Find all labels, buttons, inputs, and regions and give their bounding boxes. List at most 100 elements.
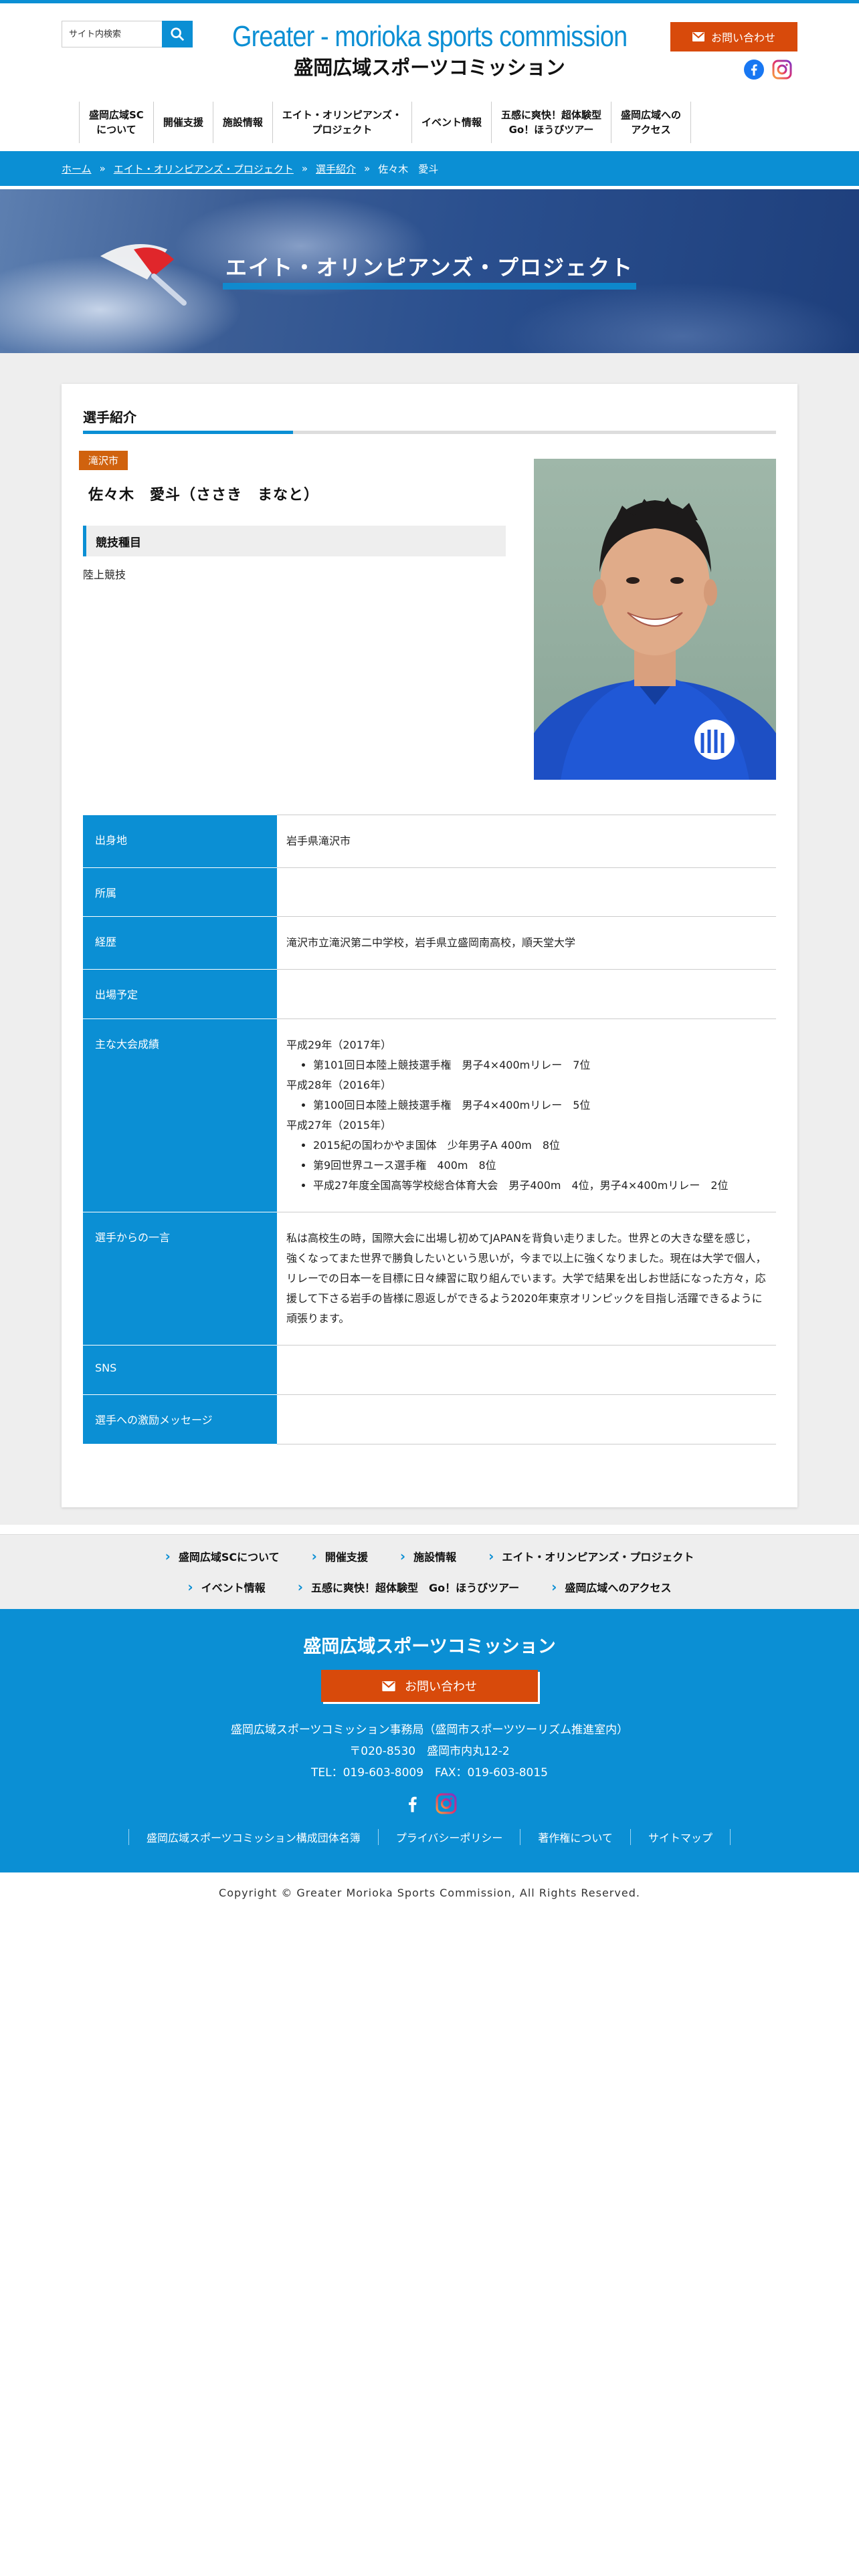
footer-link-eight-olympians[interactable]: › エイト・オリンピアンズ・プロジェクト bbox=[488, 1548, 694, 1564]
footer-link-tour[interactable]: › 五感に爽快！超体験型 Go！ほうびツアー bbox=[298, 1579, 519, 1595]
athlete-profile-table: 出身地 岩手県滝沢市 所属 経歴 滝沢市立滝沢第二中学校，岩手県立盛岡南高校，順… bbox=[83, 815, 776, 1444]
nav-item-events[interactable]: イベント情報 bbox=[411, 102, 491, 143]
footer-nav: › 盛岡広域SCについて › 開催支援 › 施設情報 › エイト・オリンピアンズ・プロジ… bbox=[0, 1534, 859, 1609]
copyright-text: Copyright © Greater Morioka Sports Commi… bbox=[219, 1886, 640, 1899]
athlete-photo-illustration bbox=[534, 498, 776, 780]
footer-link-member-list[interactable]: 盛岡広域スポーツコミッション構成団体名簿 bbox=[128, 1829, 378, 1845]
chevron-right-icon: › bbox=[488, 1548, 494, 1564]
footer-link-sitemap[interactable]: サイトマップ bbox=[630, 1829, 731, 1845]
row-value-results: 平成29年（2017年） 第101回日本陸上競技選手権 男子4×400mリレー … bbox=[277, 1018, 776, 1212]
table-row: 主な大会成績 平成29年（2017年） 第101回日本陸上競技選手権 男子4×4… bbox=[83, 1018, 776, 1212]
row-value-sns bbox=[277, 1345, 776, 1395]
row-label-affiliation: 所属 bbox=[83, 867, 277, 917]
row-value-career: 滝沢市立滝沢第二中学校，岩手県立盛岡南高校，順天堂大学 bbox=[277, 916, 776, 970]
nav-item-eight-olympians[interactable]: エイト・オリンピアンズ・ プロジェクト bbox=[272, 102, 411, 143]
instagram-icon[interactable] bbox=[436, 1793, 457, 1814]
results-list: 第100回日本陸上競技選手権 男子4×400mリレー 5位 bbox=[286, 1095, 767, 1115]
results-year: 平成29年（2017年） bbox=[286, 1039, 392, 1051]
facebook-icon[interactable] bbox=[744, 60, 764, 80]
nav-item-label: 施設情報 bbox=[222, 116, 263, 128]
footer-postal-address: 〒020-8530 盛岡市内丸12-2 bbox=[349, 1745, 510, 1758]
footer-org-name: 盛岡広域スポーツコミッション bbox=[303, 1636, 556, 1657]
result-item: 第9回世界ユース選手権 400m 8位 bbox=[313, 1156, 767, 1176]
table-row: 出身地 岩手県滝沢市 bbox=[83, 815, 776, 868]
instagram-icon[interactable] bbox=[772, 60, 792, 80]
chevron-right-icon: › bbox=[311, 1548, 317, 1564]
footer-nav-row: › 盛岡広域SCについて › 開催支援 › 施設情報 › エイト・オリンピアンズ・プロジ… bbox=[0, 1548, 859, 1564]
row-value-message: 私は高校生の時，国際大会に出場し初めてJAPANを背負い走りました。世界との大き… bbox=[277, 1212, 776, 1346]
athlete-name: 佐々木 愛斗（ささき まなと） bbox=[88, 487, 320, 504]
footer-link-label: 開催支援 bbox=[324, 1551, 368, 1564]
footer-link-about[interactable]: › 盛岡広域SCについて bbox=[165, 1548, 280, 1564]
athlete-card: 選手紹介 滝沢市 佐々木 愛斗（ささき まなと） 競技種目 陸上競技 出身地 岩… bbox=[62, 384, 797, 1507]
footer-sns bbox=[0, 1793, 859, 1814]
city-badge: 滝沢市 bbox=[79, 451, 128, 470]
nav-item-tour[interactable]: 五感に爽快！超体験型 Go！ほうびツアー bbox=[490, 102, 611, 143]
breadcrumb-home[interactable]: ホーム bbox=[62, 162, 92, 176]
table-row: 出場予定 bbox=[83, 969, 776, 1019]
hero-title: エイト・オリンピアンズ・プロジェクト bbox=[0, 255, 859, 290]
table-row: SNS bbox=[83, 1345, 776, 1395]
breadcrumb-separator: » bbox=[364, 163, 371, 175]
footer-link-facilities[interactable]: › 施設情報 bbox=[400, 1548, 456, 1564]
mail-icon bbox=[382, 1681, 395, 1691]
chevron-right-icon: › bbox=[187, 1579, 193, 1595]
hero-cloud bbox=[508, 283, 856, 353]
section-title-underline bbox=[83, 431, 776, 434]
breadcrumb-separator: » bbox=[99, 163, 106, 175]
logo-english: Greater - morioka sports commission bbox=[231, 20, 628, 53]
footer-link-copyright[interactable]: 著作権について bbox=[520, 1829, 630, 1845]
section-title: 選手紹介 bbox=[83, 409, 136, 425]
footer-office: 盛岡広域スポーツコミッション事務局（盛岡市スポーツツーリズム推進室内） bbox=[230, 1723, 629, 1737]
facebook-icon[interactable] bbox=[402, 1793, 423, 1814]
footer-link-access[interactable]: › 盛岡広域へのアクセス bbox=[551, 1579, 671, 1595]
contact-button[interactable]: お問い合わせ bbox=[670, 22, 797, 51]
nav-item-access[interactable]: 盛岡広域への アクセス bbox=[610, 102, 691, 143]
footer-link-label: 施設情報 bbox=[413, 1551, 457, 1564]
row-value-schedule bbox=[277, 969, 776, 1019]
hero-banner: エイト・オリンピアンズ・プロジェクト bbox=[0, 189, 859, 353]
row-label-sns: SNS bbox=[83, 1345, 277, 1395]
row-value-affiliation bbox=[277, 867, 776, 917]
chevron-right-icon: › bbox=[297, 1579, 303, 1595]
nav-item-label: イベント情報 bbox=[421, 116, 482, 128]
breadcrumb-current: 佐々木 愛斗 bbox=[378, 163, 439, 175]
results-year: 平成28年（2016年） bbox=[286, 1079, 392, 1091]
footer-phone: TEL：019-603-8009 FAX：019-603-8015 bbox=[311, 1766, 548, 1780]
nav-item-hosting-support[interactable]: 開催支援 bbox=[153, 102, 213, 143]
table-row: 所属 bbox=[83, 867, 776, 917]
footer-link-privacy-policy[interactable]: プライバシーポリシー bbox=[377, 1829, 520, 1845]
footer-contact-label: お問い合わせ bbox=[405, 1680, 477, 1694]
results-list: 第101回日本陸上競技選手権 男子4×400mリレー 7位 bbox=[286, 1055, 767, 1075]
table-row: 選手からの一言 私は高校生の時，国際大会に出場し初めてJAPANを背負い走りまし… bbox=[83, 1212, 776, 1346]
result-item: 平成27年度全国高等学校総合体育大会 男子400m 4位，男子4×400mリレー… bbox=[313, 1176, 767, 1196]
footer-link-label: 盛岡広域SCについて bbox=[178, 1551, 280, 1564]
row-value-cheer bbox=[277, 1394, 776, 1444]
logo-japanese: 盛岡広域スポーツコミッション bbox=[294, 56, 565, 79]
footer-contact-button[interactable]: お問い合わせ bbox=[321, 1670, 538, 1702]
footer-link-label: エイト・オリンピアンズ・プロジェクト bbox=[502, 1551, 694, 1564]
chevron-right-icon: › bbox=[399, 1548, 406, 1564]
breadcrumb: ホーム » エイト・オリンピアンズ・プロジェクト » 選手紹介 » 佐々木 愛斗 bbox=[0, 151, 859, 186]
row-label-cheer: 選手への激励メッセージ bbox=[83, 1394, 277, 1444]
breadcrumb-athletes[interactable]: 選手紹介 bbox=[316, 162, 356, 176]
row-label-results: 主な大会成績 bbox=[83, 1018, 277, 1212]
breadcrumb-project[interactable]: エイト・オリンピアンズ・プロジェクト bbox=[114, 162, 294, 176]
footer-link-events[interactable]: › イベント情報 bbox=[187, 1579, 265, 1595]
row-value-birthplace: 岩手県滝沢市 bbox=[277, 815, 776, 868]
nav-item-facilities[interactable]: 施設情報 bbox=[212, 102, 272, 143]
result-item: 2015紀の国わかやま国体 少年男子A 400m 8位 bbox=[313, 1136, 767, 1156]
footer-address: 盛岡広域スポーツコミッション事務局（盛岡市スポーツツーリズム推進室内） 〒020… bbox=[0, 1719, 859, 1784]
footer-link-hosting-support[interactable]: › 開催支援 bbox=[312, 1548, 368, 1564]
hero-title-text: エイト・オリンピアンズ・プロジェクト bbox=[222, 255, 637, 290]
result-item: 第101回日本陸上競技選手権 男子4×400mリレー 7位 bbox=[313, 1055, 767, 1075]
footer-link-label: イベント情報 bbox=[201, 1582, 266, 1594]
row-label-birthplace: 出身地 bbox=[83, 815, 277, 868]
row-label-schedule: 出場予定 bbox=[83, 969, 277, 1019]
footer-link-label: 五感に爽快！超体験型 Go！ほうびツアー bbox=[310, 1582, 520, 1594]
nav-item-about[interactable]: 盛岡広域SC について bbox=[79, 102, 153, 143]
results-list: 2015紀の国わかやま国体 少年男子A 400m 8位 第9回世界ユース選手権 … bbox=[286, 1136, 767, 1196]
table-row: 選手への激励メッセージ bbox=[83, 1394, 776, 1444]
result-item: 第100回日本陸上競技選手権 男子4×400mリレー 5位 bbox=[313, 1095, 767, 1115]
site-header: Greater - morioka sports commission 盛岡広域… bbox=[0, 3, 859, 97]
